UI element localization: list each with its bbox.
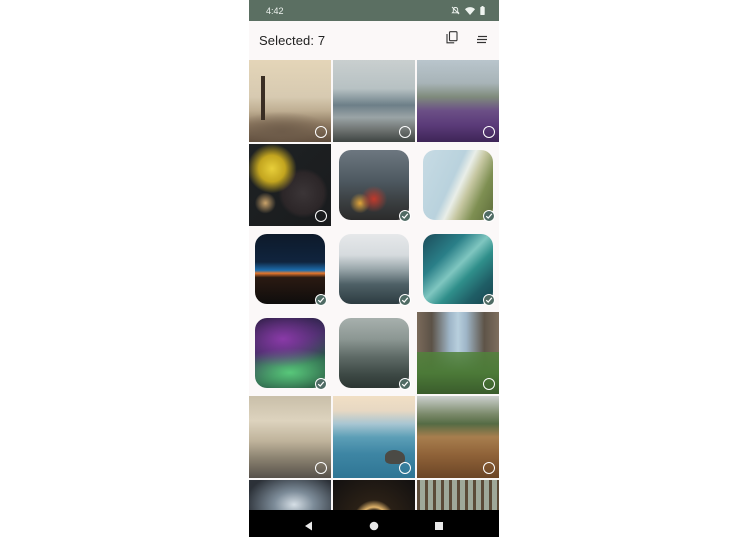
- photo-ocean-wave: [423, 234, 493, 304]
- selection-circle[interactable]: [399, 462, 411, 474]
- copy-button[interactable]: [443, 31, 461, 49]
- photo-tile[interactable]: [417, 396, 499, 478]
- photo-lens-glare: [249, 480, 331, 510]
- photo-tile[interactable]: [333, 480, 415, 510]
- app-bar: Selected: 7: [249, 21, 499, 60]
- navigation-bar: [249, 510, 499, 537]
- copy-icon: [446, 31, 458, 49]
- selection-check[interactable]: [399, 210, 411, 222]
- status-bar: 4:42: [249, 0, 499, 21]
- page-title: Selected: 7: [259, 33, 326, 48]
- recents-icon[interactable]: [434, 518, 444, 536]
- photo-earth-horizon: [255, 234, 325, 304]
- selection-circle[interactable]: [315, 462, 327, 474]
- photo-tile[interactable]: [333, 312, 415, 394]
- post-shape: [261, 76, 265, 120]
- photo-tile[interactable]: [249, 228, 331, 310]
- menu-button[interactable]: [473, 31, 491, 49]
- photo-tile[interactable]: [249, 144, 331, 226]
- selection-check[interactable]: [399, 378, 411, 390]
- photo-pine-forest: [417, 480, 499, 510]
- mute-icon: [451, 6, 460, 15]
- selection-circle[interactable]: [315, 126, 327, 138]
- selection-check[interactable]: [315, 378, 327, 390]
- photo-tile[interactable]: [249, 60, 331, 142]
- photo-tile[interactable]: [249, 396, 331, 478]
- photo-tile[interactable]: [417, 312, 499, 394]
- selection-circle[interactable]: [315, 210, 327, 222]
- selection-circle[interactable]: [399, 126, 411, 138]
- selection-check[interactable]: [483, 210, 495, 222]
- photo-tile[interactable]: [417, 480, 499, 510]
- photo-tile[interactable]: [333, 228, 415, 310]
- selection-check[interactable]: [483, 294, 495, 306]
- status-icons: [451, 6, 485, 15]
- status-time: 4:42: [266, 5, 284, 16]
- wifi-icon: [465, 6, 475, 15]
- photo-tile[interactable]: [249, 312, 331, 394]
- photo-rainy-window: [339, 150, 409, 220]
- photo-lighthouse-cliffs: [423, 150, 493, 220]
- photo-tile[interactable]: [333, 396, 415, 478]
- selection-circle[interactable]: [483, 378, 495, 390]
- phone-screen: 4:42 Selected: 7: [249, 0, 499, 537]
- photo-tile[interactable]: [417, 144, 499, 226]
- back-icon[interactable]: [304, 518, 313, 536]
- photo-grid: [249, 60, 499, 510]
- photo-light-tunnel: [333, 480, 415, 510]
- home-icon[interactable]: [369, 518, 379, 536]
- selection-circle[interactable]: [483, 462, 495, 474]
- photo-tile[interactable]: [333, 60, 415, 142]
- selection-check[interactable]: [399, 294, 411, 306]
- battery-icon: [480, 6, 485, 15]
- selection-check[interactable]: [315, 294, 327, 306]
- photo-tile[interactable]: [249, 480, 331, 510]
- photo-tile[interactable]: [417, 60, 499, 142]
- selection-circle[interactable]: [483, 126, 495, 138]
- photo-foggy-forest: [339, 318, 409, 388]
- photo-aurora-space: [255, 318, 325, 388]
- menu-icon: [476, 31, 488, 49]
- photo-tile[interactable]: [333, 144, 415, 226]
- photo-tile[interactable]: [417, 228, 499, 310]
- photo-misty-mountain: [339, 234, 409, 304]
